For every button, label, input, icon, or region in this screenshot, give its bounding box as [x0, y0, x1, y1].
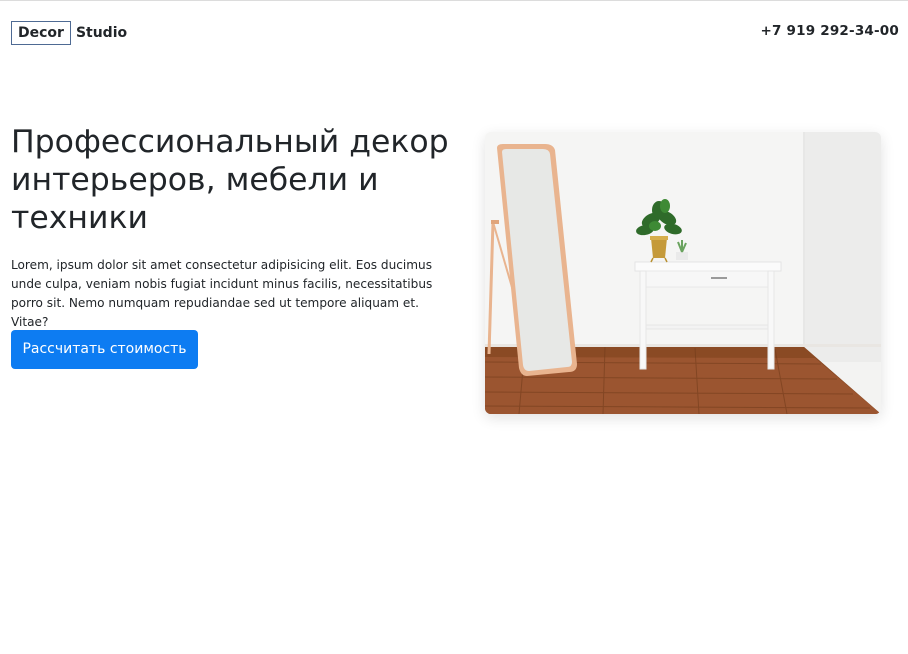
- calculate-cost-button[interactable]: Рассчитать стоимость: [11, 330, 198, 369]
- interior-photo-icon: [485, 132, 881, 414]
- hero-title: Профессиональный декор интерьеров, мебел…: [11, 124, 449, 236]
- site-header: Decor Studio +7 919 292-34-00: [0, 0, 908, 60]
- hero-description: Lorem, ipsum dolor sit amet consectetur …: [11, 258, 433, 329]
- logo-text: Studio: [75, 25, 128, 41]
- logo-box: Decor: [11, 21, 71, 45]
- logo[interactable]: Decor Studio: [11, 21, 127, 45]
- hero-image: [485, 132, 881, 414]
- phone-link[interactable]: +7 919 292-34-00: [761, 23, 899, 39]
